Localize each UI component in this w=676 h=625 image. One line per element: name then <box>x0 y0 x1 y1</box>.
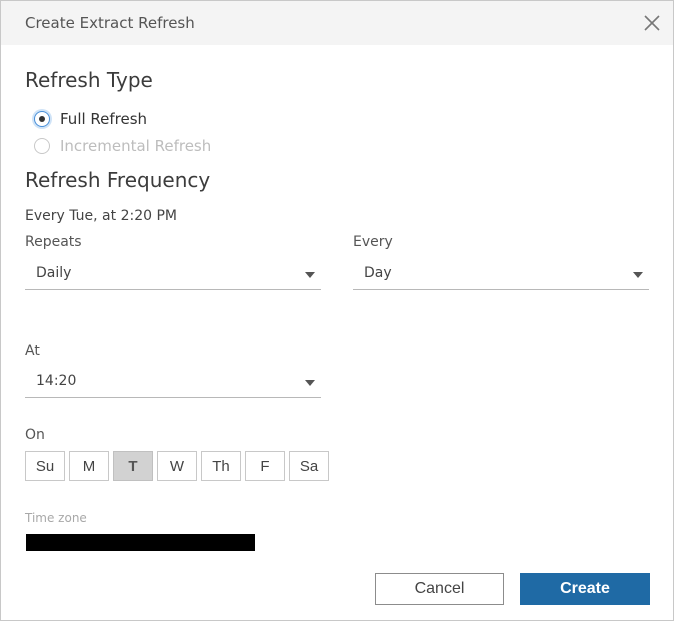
cancel-button[interactable]: Cancel <box>375 573 504 605</box>
every-value: Day <box>364 265 392 281</box>
repeats-select[interactable]: Daily <box>25 259 321 290</box>
every-select[interactable]: Day <box>353 259 649 290</box>
day-wednesday[interactable]: W <box>157 451 197 481</box>
at-label: At <box>25 343 40 359</box>
day-friday[interactable]: F <box>245 451 285 481</box>
day-thursday[interactable]: Th <box>201 451 241 481</box>
time-zone-redacted-value <box>26 534 255 551</box>
day-monday[interactable]: M <box>69 451 109 481</box>
chevron-down-icon <box>305 380 315 386</box>
incremental-refresh-radio: Incremental Refresh <box>34 136 211 156</box>
full-refresh-radio[interactable]: Full Refresh <box>34 109 147 129</box>
chevron-down-icon <box>305 272 315 278</box>
refresh-frequency-heading: Refresh Frequency <box>25 168 211 192</box>
chevron-down-icon <box>633 272 643 278</box>
create-button[interactable]: Create <box>520 573 650 605</box>
create-extract-refresh-dialog: Create Extract Refresh Refresh Type Full… <box>0 0 674 621</box>
on-label: On <box>25 427 45 443</box>
dialog-titlebar: Create Extract Refresh <box>1 1 673 45</box>
incremental-refresh-label: Incremental Refresh <box>60 137 212 155</box>
at-time-select[interactable]: 14:20 <box>25 367 321 398</box>
at-time-value: 14:20 <box>36 373 77 389</box>
radio-checked-icon <box>34 111 50 127</box>
day-tuesday[interactable]: T <box>113 451 153 481</box>
schedule-summary: Every Tue, at 2:20 PM <box>25 208 177 224</box>
repeats-value: Daily <box>36 265 72 281</box>
time-zone-label: Time zone <box>25 511 87 525</box>
close-icon[interactable] <box>641 12 663 34</box>
day-saturday[interactable]: Sa <box>289 451 329 481</box>
dialog-title: Create Extract Refresh <box>25 14 195 32</box>
repeats-label: Repeats <box>25 234 82 250</box>
radio-unchecked-icon <box>34 138 50 154</box>
full-refresh-label: Full Refresh <box>60 110 148 128</box>
refresh-type-heading: Refresh Type <box>25 68 153 92</box>
day-selector: Su M T W Th F Sa <box>25 451 329 481</box>
every-label: Every <box>353 234 393 250</box>
day-sunday[interactable]: Su <box>25 451 65 481</box>
